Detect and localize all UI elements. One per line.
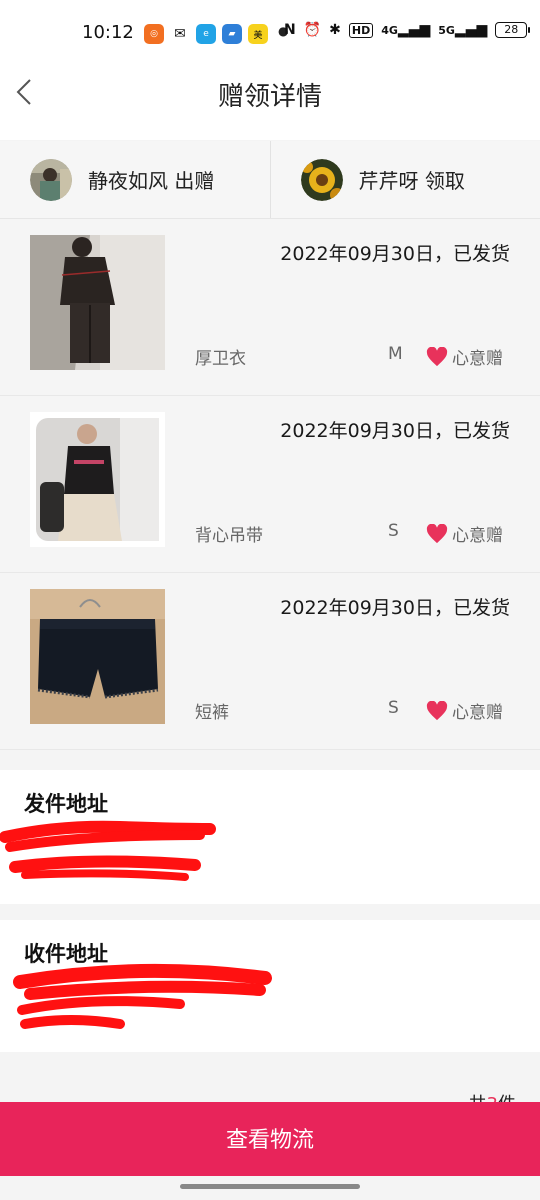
status-indicators: N ⏰ ✱ HD 4G▂▄▆ 5G▂▄▆ 28 [284, 22, 531, 38]
item-date-status: 2022年09月30日，已发货 [280, 420, 510, 442]
item-date-status: 2022年09月30日，已发货 [280, 597, 510, 619]
item-size: M [388, 344, 403, 364]
heart-icon [426, 523, 448, 543]
receiver-address-line [24, 980, 516, 1004]
app-notification-icon: e [196, 24, 216, 44]
receiver-label: 芹芹呀 领取 [358, 169, 465, 193]
status-bar: 10:12 ◎ ✉ e ▰ 美 ● N ⏰ ✱ HD 4G▂▄▆ 5G▂▄▆ 2… [0, 0, 540, 68]
sender-phone-line [24, 866, 516, 890]
item-size: S [388, 521, 399, 541]
home-indicator[interactable] [180, 1184, 360, 1189]
product-image [30, 235, 165, 370]
receiver[interactable]: 芹芹呀 领取 [269, 141, 540, 218]
sender-address-line [24, 830, 516, 854]
item-tag-label: 心意赠 [452, 703, 503, 723]
page-title: 赠领详情 [217, 82, 322, 112]
item-tag-label: 心意赠 [452, 526, 503, 546]
participants-row: 静夜如风 出赠 芹芹呀 领取 [0, 141, 540, 219]
nav-bar: 赠领详情 [0, 68, 540, 140]
bluetooth-icon: ✱ [329, 22, 341, 38]
app-notification-icon: ◎ [144, 24, 164, 44]
nfc-icon: N [284, 22, 296, 38]
product-image [30, 589, 165, 724]
item-date-status: 2022年09月30日，已发货 [280, 243, 510, 265]
receiver-address-title: 收件地址 [24, 942, 108, 966]
signal-5g-icon: 5G▂▄▆ [438, 22, 488, 38]
item-tag: 心意赠 [426, 698, 503, 723]
item-tag-label: 心意赠 [452, 349, 503, 369]
receiver-phone-line [24, 1016, 516, 1040]
item-tag: 心意赠 [426, 344, 503, 369]
view-logistics-button[interactable]: 查看物流 [0, 1102, 540, 1176]
app-notification-icon: ▰ [222, 24, 242, 44]
receiver-address-card: 收件地址 [0, 920, 540, 1052]
notification-icons: ◎ ✉ e ▰ 美 ● [144, 24, 288, 44]
heart-icon [426, 700, 448, 720]
avatar [300, 158, 343, 201]
list-item[interactable]: 2022年09月30日，已发货 短裤 S 心意赠 [0, 573, 540, 750]
item-name: 短裤 [195, 703, 229, 723]
meituan-icon: 美 [248, 24, 268, 44]
list-item[interactable]: 2022年09月30日，已发货 背心吊带 S 心意赠 [0, 396, 540, 573]
item-tag: 心意赠 [426, 521, 503, 546]
product-image [30, 412, 165, 547]
giver-label: 静夜如风 出赠 [88, 169, 215, 193]
wechat-icon: ✉ [170, 24, 190, 44]
item-list: 2022年09月30日，已发货 厚卫衣 M 心意赠 2022年09月30日，已发… [0, 219, 540, 750]
status-time: 10:12 [82, 22, 134, 43]
hd-icon: HD [348, 22, 374, 38]
item-name: 背心吊带 [195, 526, 263, 546]
alarm-icon: ⏰ [303, 22, 322, 38]
giver[interactable]: 静夜如风 出赠 [0, 141, 270, 218]
avatar [30, 158, 72, 201]
list-item[interactable]: 2022年09月30日，已发货 厚卫衣 M 心意赠 [0, 219, 540, 396]
item-size: S [388, 698, 399, 718]
signal-4g-icon: 4G▂▄▆ [381, 22, 431, 38]
item-name: 厚卫衣 [195, 349, 246, 369]
battery-icon: 28 [495, 22, 531, 38]
heart-icon [426, 346, 448, 366]
sender-address-card: 发件地址 [0, 770, 540, 904]
sender-address-title: 发件地址 [24, 792, 108, 816]
